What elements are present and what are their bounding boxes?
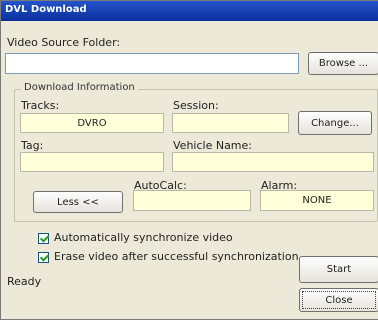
dvl-download-dialog: DVL Download Video Source Folder: Browse… [0, 0, 378, 320]
tag-value [20, 152, 164, 172]
video-source-folder-input[interactable] [5, 53, 299, 74]
vehicle-name-value [172, 152, 374, 172]
window-title: DVL Download [5, 4, 87, 15]
erase-video-checkbox[interactable] [38, 252, 49, 263]
erase-video-label[interactable]: Erase video after successful synchroniza… [54, 250, 299, 263]
vehicle-name-label: Vehicle Name: [173, 139, 252, 152]
auto-sync-checkbox[interactable] [38, 233, 49, 244]
browse-button[interactable]: Browse ... [308, 52, 378, 75]
session-label: Session: [173, 99, 219, 112]
tracks-label: Tracks: [21, 99, 60, 112]
tracks-value: DVRO [20, 113, 164, 133]
less-button[interactable]: Less << [33, 191, 123, 213]
close-button[interactable]: Close [299, 288, 378, 312]
download-information-legend: Download Information [21, 82, 138, 93]
change-button[interactable]: Change... [298, 111, 372, 135]
tag-label: Tag: [21, 139, 44, 152]
start-button[interactable]: Start [299, 256, 378, 283]
video-source-label: Video Source Folder: [7, 36, 121, 49]
alarm-value: NONE [260, 190, 374, 211]
status-text: Ready [7, 275, 42, 288]
autocalc-value [133, 190, 251, 211]
auto-sync-label[interactable]: Automatically synchronize video [54, 231, 233, 244]
title-bar[interactable]: DVL Download [1, 1, 378, 21]
session-value [172, 113, 289, 133]
